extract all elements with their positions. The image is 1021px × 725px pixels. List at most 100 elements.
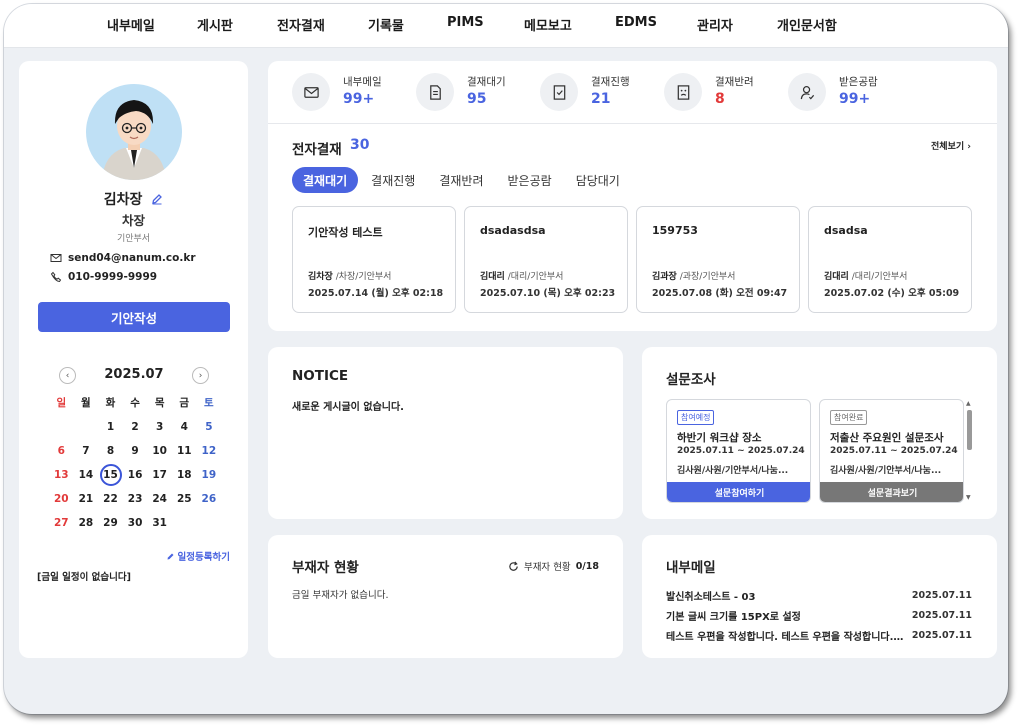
top-navigation: 내부메일 게시판 전자결재 기록물 PIMS 메모보고 EDMS 관리자 개인문…	[4, 4, 1008, 48]
mail-list-item[interactable]: 기본 글씨 크기를 15PX로 설정 2025.07.11	[666, 606, 972, 624]
nav-board[interactable]: 게시판	[197, 15, 233, 34]
calendar-day[interactable]: 21	[74, 487, 99, 511]
calendar-grid: 일 월 화 수 목 금 토 1 2 3 4 5 6 7 8 9 10 11 12 13 14 15 16 17 18 19 20 21…	[49, 391, 225, 535]
doc-date: 2025.07.08 (화) 오전 09:47	[652, 288, 788, 299]
calendar-day-number: 24	[152, 493, 167, 505]
calendar-day-number: 18	[176, 469, 192, 481]
approval-count: 30	[350, 137, 370, 153]
approval-doc-card[interactable]: dsadsa 김대리 /대리/기안부서 2025.07.02 (수) 오후 05…	[808, 206, 972, 313]
mail-title: 내부메일	[666, 560, 716, 576]
calendar-next-button[interactable]: ›	[192, 367, 209, 384]
calendar-day[interactable]: 17	[147, 463, 172, 487]
calendar-day[interactable]: 25	[172, 487, 197, 511]
calendar-day[interactable]: 23	[123, 487, 148, 511]
tab-received[interactable]: 받은공람	[497, 167, 563, 193]
document-icon	[416, 73, 454, 111]
calendar-day[interactable]: 9	[123, 439, 148, 463]
mail-list-item[interactable]: 테스트 우편을 작성합니다. 테스트 우편을 작성합니다. 테스트 우편을 작성…	[666, 626, 972, 644]
tab-pending[interactable]: 결재대기	[292, 167, 359, 193]
view-all-link[interactable]: 전체보기 ›	[931, 139, 971, 152]
calendar-day-number: 12	[201, 445, 217, 457]
schedule-register-link[interactable]: 일정등록하기	[166, 549, 230, 563]
calendar-day[interactable]: 16	[123, 463, 148, 487]
calendar-day[interactable]: 10	[147, 439, 172, 463]
survey-card[interactable]: 참여예정 하반기 워크샵 장소 2025.07.11 ~ 2025.07.24 …	[666, 399, 811, 503]
calendar-day[interactable]: 5	[197, 415, 222, 439]
calendar-day[interactable]: 13	[49, 463, 74, 487]
survey-card-title: 저출산 주요원인 설문조사	[830, 432, 944, 444]
stat-value: 21	[591, 91, 611, 107]
calendar-day-number: 28	[78, 517, 94, 529]
calendar-day-number: 30	[127, 517, 143, 529]
calendar-day-number: 22	[103, 493, 118, 505]
calendar-day[interactable]: 24	[147, 487, 172, 511]
nav-edms[interactable]: EDMS	[615, 15, 657, 30]
calendar-day[interactable]: 20	[49, 487, 74, 511]
edit-pencil-icon[interactable]	[151, 193, 163, 205]
doc-title: 159753	[652, 224, 698, 237]
survey-scrollbar[interactable]	[967, 410, 972, 450]
mail-list-item[interactable]: 발신취소테스트 - 03 2025.07.11	[666, 586, 972, 604]
mail-subject: 기본 글씨 크기를 15PX로 설정	[666, 611, 801, 623]
calendar-day[interactable]: 2	[123, 415, 148, 439]
doc-title: dsadasdsa	[480, 224, 546, 237]
approval-doc-card[interactable]: dsadasdsa 김대리 /대리/기안부서 2025.07.10 (목) 오후…	[464, 206, 628, 313]
calendar-day[interactable]: 27	[49, 511, 74, 535]
calendar-day[interactable]: 11	[172, 439, 197, 463]
scroll-up-icon[interactable]: ▲	[966, 400, 971, 407]
calendar-day-number: 31	[152, 517, 167, 529]
calendar-day[interactable]: 19	[197, 463, 222, 487]
nav-personal-docs[interactable]: 개인문서함	[777, 15, 837, 34]
calendar-day-number: 10	[152, 445, 167, 457]
calendar-day[interactable]: 7	[74, 439, 99, 463]
nav-internal-mail[interactable]: 내부메일	[107, 15, 155, 34]
calendar-day[interactable]: 6	[49, 439, 74, 463]
notice-empty-text: 새로운 게시글이 없습니다.	[292, 402, 404, 413]
calendar-day[interactable]: 18	[172, 463, 197, 487]
calendar-day[interactable]: 28	[74, 511, 99, 535]
edit-pencil-icon	[167, 553, 174, 559]
schedule-empty-text: [금일 일정이 없습니다]	[37, 572, 131, 583]
nav-memo-report[interactable]: 메모보고	[524, 15, 572, 34]
nav-pims[interactable]: PIMS	[447, 15, 484, 30]
calendar-day-today[interactable]: 15	[98, 463, 123, 487]
calendar-day[interactable]: 31	[147, 511, 172, 535]
calendar-day[interactable]: 3	[147, 415, 172, 439]
calendar-week-row: 1 2 3 4 5	[49, 415, 225, 439]
doc-author: 김차장 /차장/기안부서	[308, 272, 392, 282]
calendar-day[interactable]: 22	[98, 487, 123, 511]
doc-author: 김대리 /대리/기안부서	[824, 272, 908, 282]
chevron-right-icon: ›	[964, 142, 971, 152]
scroll-down-icon[interactable]: ▼	[966, 494, 971, 501]
approval-doc-card[interactable]: 159753 김과장 /과장/기안부서 2025.07.08 (화) 오전 09…	[636, 206, 800, 313]
calendar-day[interactable]: 12	[197, 439, 222, 463]
nav-admin[interactable]: 관리자	[697, 15, 733, 34]
nav-records[interactable]: 기록물	[368, 15, 404, 34]
approval-doc-card[interactable]: 기안작성 테스트 김차장 /차장/기안부서 2025.07.14 (월) 오후 …	[292, 206, 456, 313]
calendar-day[interactable]: 14	[74, 463, 99, 487]
calendar-day-number: 16	[127, 469, 143, 481]
approval-panel: 내부메일 99+ 결재대기 95 결재진행 21 결재반려 8 받은공람 99+…	[268, 61, 997, 331]
user-check-icon	[788, 73, 826, 111]
calendar-day[interactable]: 8	[98, 439, 123, 463]
absence-panel: 부재자 현황 부재자 현황 0/18 금일 부재자가 없습니다.	[268, 535, 623, 658]
survey-result-button[interactable]: 설문결과보기	[820, 482, 963, 502]
nav-e-approval[interactable]: 전자결재	[277, 15, 325, 34]
survey-join-button[interactable]: 설문참여하기	[667, 482, 810, 502]
write-draft-button[interactable]: 기안작성	[38, 302, 230, 332]
calendar-day[interactable]: 4	[172, 415, 197, 439]
notice-title: NOTICE	[292, 368, 349, 384]
calendar-day[interactable]: 30	[123, 511, 148, 535]
doc-date: 2025.07.10 (목) 오후 02:23	[480, 288, 616, 299]
calendar-day[interactable]: 26	[197, 487, 222, 511]
survey-card[interactable]: 참여완료 저출산 주요원인 설문조사 2025.07.11 ~ 2025.07.…	[819, 399, 964, 503]
calendar-day[interactable]: 29	[98, 511, 123, 535]
refresh-icon[interactable]	[508, 561, 519, 572]
tab-rejected[interactable]: 결재반려	[428, 167, 494, 193]
calendar-day[interactable]: 1	[98, 415, 123, 439]
tab-assigned[interactable]: 담당대기	[565, 167, 631, 193]
absence-status[interactable]: 부재자 현황 0/18	[508, 559, 599, 573]
absence-status-label: 부재자 현황	[523, 562, 571, 573]
tab-in-progress[interactable]: 결재진행	[360, 167, 426, 193]
calendar-day-number: 17	[152, 469, 167, 481]
